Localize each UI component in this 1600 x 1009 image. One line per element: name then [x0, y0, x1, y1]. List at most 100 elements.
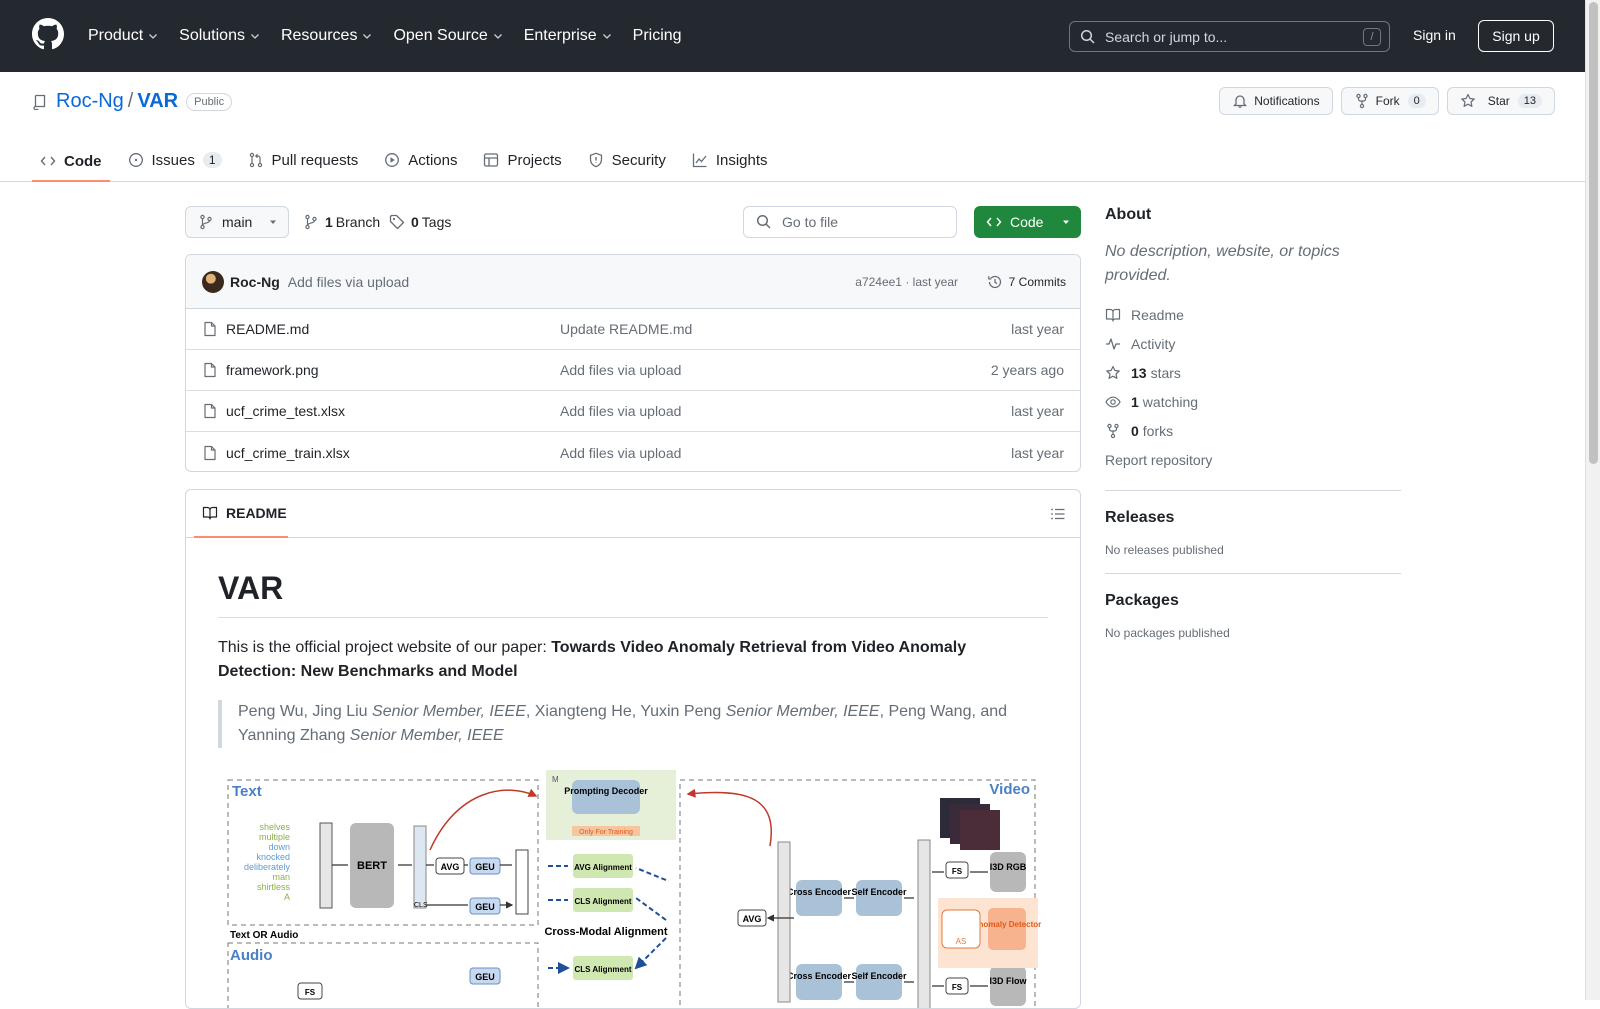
star-button[interactable]: Star 13: [1446, 87, 1555, 115]
repo-name-link[interactable]: VAR: [137, 90, 178, 113]
avatar[interactable]: [202, 270, 224, 293]
table-row[interactable]: ucf_crime_train.xlsx Add files via uploa…: [186, 432, 1080, 471]
nav-resources[interactable]: Resources: [281, 27, 373, 45]
fig-i3d-flow: I3D Flow: [989, 976, 1027, 986]
readme-link[interactable]: Readme: [1105, 300, 1401, 329]
sign-up-button[interactable]: Sign up: [1478, 20, 1554, 52]
file-commit-message[interactable]: Add files via upload: [560, 445, 681, 461]
nav-enterprise[interactable]: Enterprise: [524, 27, 613, 45]
search-icon: [756, 214, 771, 229]
table-row[interactable]: framework.png Add files via upload 2 yea…: [186, 350, 1080, 391]
play-icon: [385, 153, 400, 167]
fig-audio-label: Audio: [230, 947, 273, 964]
go-to-file-input[interactable]: Go to file: [743, 206, 957, 238]
intro-text: This is the official project website of …: [218, 639, 552, 656]
branch-selector[interactable]: main: [185, 206, 289, 238]
file-browser: Roc-Ng Add files via upload a724ee1 · la…: [185, 254, 1081, 472]
nav-pricing[interactable]: Pricing: [633, 27, 682, 45]
commit-message-link[interactable]: Add files via upload: [288, 274, 409, 290]
watchers-link[interactable]: 1 watching: [1105, 387, 1401, 416]
visibility-badge: Public: [186, 92, 233, 111]
fork-button[interactable]: Fork 0: [1340, 87, 1439, 115]
search-placeholder: Search or jump to...: [1105, 28, 1228, 45]
readme-tab-label: README: [226, 505, 287, 521]
repo-owner-link[interactable]: Roc-Ng: [56, 90, 124, 113]
readme-panel: README VAR This is the official project …: [185, 489, 1081, 1009]
bell-icon: [1233, 95, 1248, 108]
caret-down-icon: [1063, 220, 1070, 224]
item-count: 1: [1131, 393, 1139, 410]
fig-text-label: Text: [232, 783, 262, 800]
packages-heading[interactable]: Packages: [1105, 592, 1401, 610]
branches-link[interactable]: 1 Branch: [303, 214, 380, 230]
file-name-link[interactable]: README.md: [226, 321, 309, 337]
fig-cross-encoder: Cross Encoder: [787, 887, 852, 897]
fig-as: AS: [956, 937, 967, 946]
tab-security[interactable]: Security: [580, 140, 674, 180]
commit-author-link[interactable]: Roc-Ng: [230, 274, 280, 290]
fig-word: knocked: [256, 852, 290, 862]
fork-label: Fork: [1375, 94, 1400, 108]
report-repository-link[interactable]: Report repository: [1105, 445, 1401, 474]
search-input[interactable]: Search or jump to... /: [1069, 21, 1390, 52]
fig-cls-align: CLS Alignment: [574, 965, 631, 974]
readme-content: VAR This is the official project website…: [186, 538, 1080, 1008]
readme-tab[interactable]: README: [194, 490, 288, 538]
top-nav: Product Solutions Resources Open Source …: [88, 0, 702, 72]
outline-button[interactable]: [1050, 506, 1066, 522]
nav-open-source[interactable]: Open Source: [393, 27, 503, 45]
book-icon: [1105, 308, 1121, 322]
activity-link[interactable]: Activity: [1105, 329, 1401, 358]
forks-link[interactable]: 0 forks: [1105, 416, 1401, 445]
readme-title: VAR: [218, 570, 1048, 618]
file-icon: [204, 445, 216, 460]
file-name-link[interactable]: ucf_crime_train.xlsx: [226, 445, 350, 461]
fig-word: multiple: [259, 832, 290, 842]
releases-heading[interactable]: Releases: [1105, 509, 1401, 527]
fig-only-training: Only For Training: [579, 829, 633, 836]
nav-solutions[interactable]: Solutions: [179, 27, 261, 45]
notifications-button[interactable]: Notifications: [1219, 87, 1333, 115]
file-commit-message[interactable]: Add files via upload: [560, 403, 681, 419]
fig-word: man: [272, 872, 290, 882]
nav-product[interactable]: Product: [88, 27, 159, 45]
tab-pull-requests[interactable]: Pull requests: [240, 140, 367, 180]
stars-link[interactable]: 13 stars: [1105, 358, 1401, 387]
fig-self-encoder: Self Encoder: [851, 971, 907, 981]
item-label: watching: [1142, 393, 1199, 410]
commits-history-link[interactable]: 7 Commits: [987, 274, 1066, 290]
fig-avg: AVG: [441, 862, 460, 872]
branch-count: 1: [325, 214, 333, 230]
fig-fs: FS: [952, 867, 963, 876]
scrollbar-thumb[interactable]: [1589, 2, 1598, 464]
tab-issues[interactable]: Issues 1: [120, 140, 230, 180]
table-row[interactable]: README.md Update README.md last year: [186, 309, 1080, 350]
file-name-link[interactable]: ucf_crime_test.xlsx: [226, 403, 345, 419]
sign-in-link[interactable]: Sign in: [1413, 27, 1456, 43]
item-label: forks: [1142, 422, 1174, 439]
latest-commit-row: Roc-Ng Add files via upload a724ee1 · la…: [186, 255, 1080, 309]
table-row[interactable]: ucf_crime_test.xlsx Add files via upload…: [186, 391, 1080, 432]
commit-hash-time[interactable]: a724ee1 · last year: [855, 275, 958, 289]
tab-insights[interactable]: Insights: [684, 140, 776, 180]
releases-empty-text: No releases published: [1105, 543, 1224, 557]
code-dropdown-button[interactable]: Code: [974, 206, 1081, 238]
fig-fs: FS: [305, 988, 316, 997]
tab-actions[interactable]: Actions: [376, 140, 465, 180]
commits-label: 7 Commits: [1008, 274, 1066, 289]
tab-projects[interactable]: Projects: [475, 140, 569, 180]
file-commit-message[interactable]: Update README.md: [560, 321, 692, 337]
file-name-link[interactable]: framework.png: [226, 362, 319, 378]
tab-code[interactable]: Code: [32, 140, 110, 182]
branch-label: Branch: [335, 214, 381, 230]
fig-word: shelves: [259, 822, 290, 832]
file-icon: [204, 403, 216, 419]
about-heading: About: [1105, 206, 1152, 223]
github-logo-icon[interactable]: [32, 18, 64, 50]
chevron-down-icon: [363, 34, 372, 39]
file-date: last year: [1011, 403, 1064, 419]
page-scrollbar[interactable]: [1585, 0, 1600, 1000]
tags-link[interactable]: 0 Tags: [389, 214, 451, 230]
table-icon: [484, 153, 499, 167]
file-commit-message[interactable]: Add files via upload: [560, 362, 681, 378]
